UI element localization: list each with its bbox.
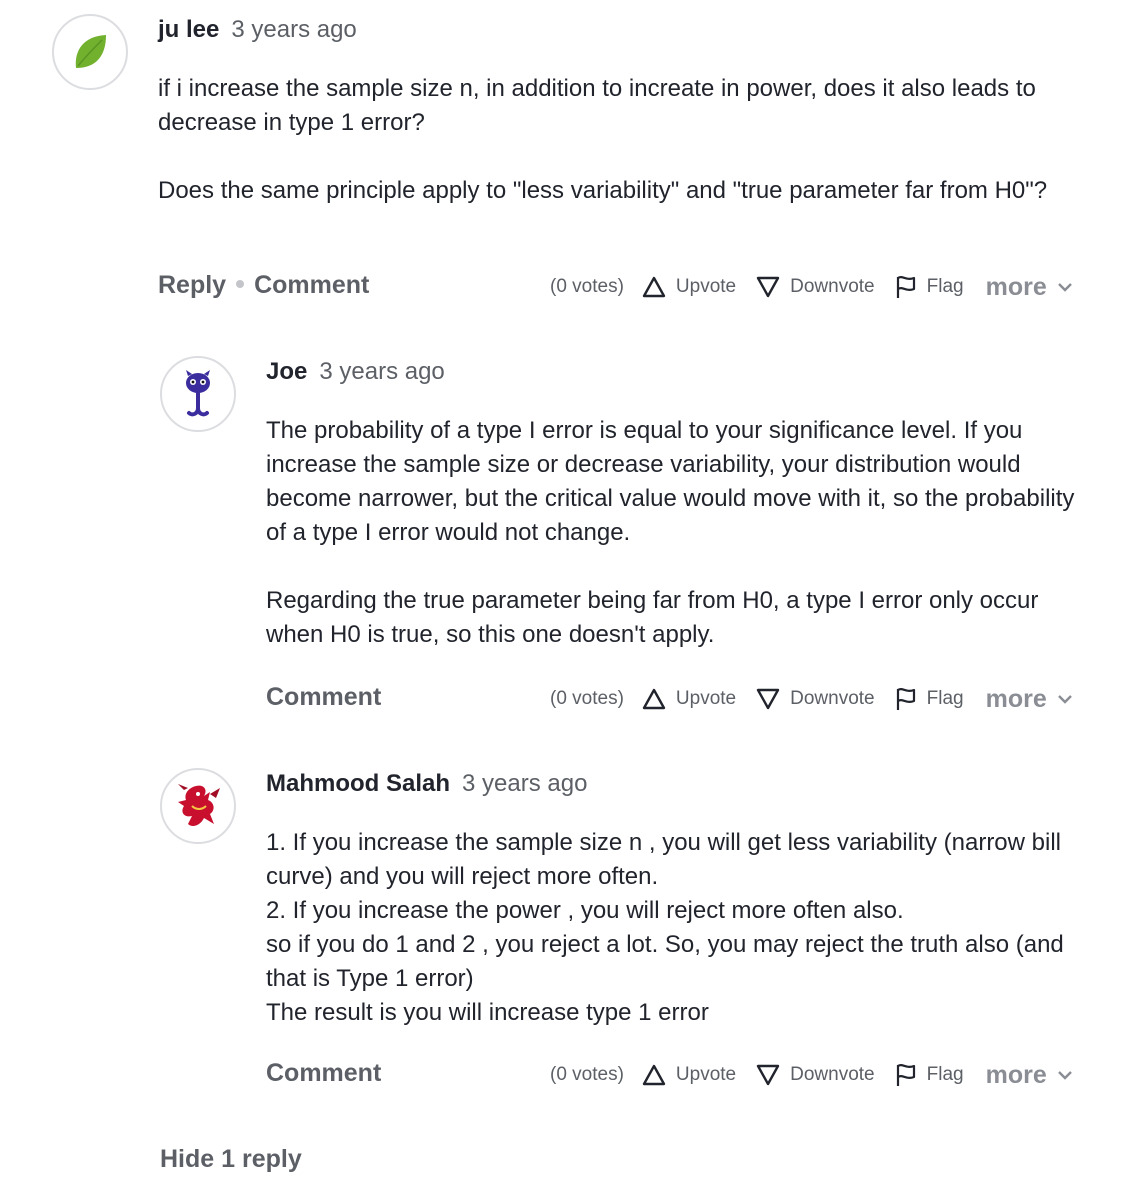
- comment-button[interactable]: Comment: [266, 1059, 381, 1087]
- downvote-label: Downvote: [790, 688, 875, 709]
- separator-dot: [236, 280, 245, 289]
- purple-creature-icon: [186, 370, 210, 417]
- vote-count: (0 votes): [550, 688, 624, 709]
- comment-line: 1. If you increase the sample size n , y…: [266, 829, 1061, 890]
- more-menu-button[interactable]: more: [986, 273, 1073, 302]
- comment-button[interactable]: Comment: [266, 683, 381, 711]
- downvote-button[interactable]: Downvote: [756, 1064, 875, 1086]
- timestamp: 3 years ago: [319, 358, 445, 385]
- upvote-label: Upvote: [675, 1064, 737, 1085]
- author-name[interactable]: Joe: [266, 358, 307, 385]
- comment-footer-links: Reply Comment: [158, 271, 369, 300]
- triangle-up-icon: [642, 688, 666, 710]
- flag-icon: [896, 276, 915, 298]
- red-dragon-icon: [178, 784, 220, 826]
- flag-button[interactable]: Flag: [895, 1063, 964, 1087]
- leaf-icon: [75, 35, 106, 68]
- upvote-label: Upvote: [675, 688, 737, 709]
- comment-line: 2. If you increase the power , you will …: [266, 897, 904, 924]
- reply-button[interactable]: Reply: [158, 271, 226, 299]
- downvote-button[interactable]: Downvote: [756, 276, 875, 298]
- comment-paragraph: Does the same principle apply to "less v…: [158, 177, 1048, 204]
- hide-replies-button[interactable]: Hide 1 reply: [160, 1145, 302, 1174]
- chevron-down-icon: [1057, 283, 1072, 292]
- avatar[interactable]: [160, 768, 236, 844]
- more-menu-button[interactable]: more: [986, 1061, 1073, 1090]
- comment-header: ju lee 3 years ago: [158, 16, 357, 44]
- triangle-up-icon: [642, 1064, 666, 1086]
- comment-header: Joe 3 years ago: [266, 358, 445, 386]
- triangle-down-icon: [756, 1064, 780, 1086]
- downvote-label: Downvote: [790, 1064, 875, 1085]
- comment-paragraph: if i increase the sample size n, in addi…: [158, 75, 1036, 136]
- more-menu-button[interactable]: more: [986, 685, 1073, 714]
- vote-actions: (0 votes) Upvote Downvote Flag more: [550, 272, 1073, 302]
- comment-body: if i increase the sample size n, in addi…: [158, 72, 1098, 208]
- triangle-up-icon: [642, 276, 666, 298]
- comment-button[interactable]: Comment: [254, 271, 369, 299]
- comment-footer-links: Comment: [266, 683, 381, 712]
- upvote-button[interactable]: Upvote: [642, 276, 736, 298]
- more-label: more: [985, 684, 1047, 713]
- author-name[interactable]: Mahmood Salah: [266, 770, 450, 797]
- comment-paragraph: Regarding the true parameter being far f…: [266, 587, 1039, 648]
- flag-button[interactable]: Flag: [895, 275, 964, 299]
- more-label: more: [985, 272, 1047, 301]
- more-label: more: [985, 1060, 1047, 1089]
- downvote-button[interactable]: Downvote: [756, 688, 875, 710]
- triangle-down-icon: [756, 276, 780, 298]
- comment-footer-links: Comment: [266, 1059, 381, 1088]
- comment-body: The probability of a type I error is equ…: [266, 414, 1096, 652]
- flag-button[interactable]: Flag: [895, 687, 964, 711]
- comment-line: The result is you will increase type 1 e…: [266, 999, 709, 1026]
- author-name[interactable]: ju lee: [158, 16, 219, 43]
- vote-count: (0 votes): [550, 276, 624, 297]
- comment-header: Mahmood Salah 3 years ago: [266, 770, 587, 798]
- comment-body: 1. If you increase the sample size n , y…: [266, 826, 1066, 1030]
- flag-label: Flag: [926, 1064, 964, 1085]
- vote-count: (0 votes): [550, 1064, 624, 1085]
- chevron-down-icon: [1057, 1071, 1072, 1080]
- upvote-button[interactable]: Upvote: [642, 1064, 736, 1086]
- flag-label: Flag: [926, 688, 964, 709]
- chevron-down-icon: [1057, 695, 1072, 704]
- flag-label: Flag: [926, 276, 964, 297]
- comment-paragraph: The probability of a type I error is equ…: [266, 417, 1075, 546]
- upvote-label: Upvote: [675, 276, 737, 297]
- timestamp: 3 years ago: [462, 770, 588, 797]
- comment-line: so if you do 1 and 2 , you reject a lot.…: [266, 931, 1064, 992]
- avatar[interactable]: [160, 356, 236, 432]
- triangle-down-icon: [756, 688, 780, 710]
- vote-actions: (0 votes) Upvote Downvote Flag more: [550, 1060, 1073, 1090]
- vote-actions: (0 votes) Upvote Downvote Flag more: [550, 684, 1073, 714]
- upvote-button[interactable]: Upvote: [642, 688, 736, 710]
- downvote-label: Downvote: [790, 276, 875, 297]
- flag-icon: [896, 1064, 915, 1086]
- timestamp: 3 years ago: [231, 16, 357, 43]
- avatar[interactable]: [52, 14, 128, 90]
- flag-icon: [896, 688, 915, 710]
